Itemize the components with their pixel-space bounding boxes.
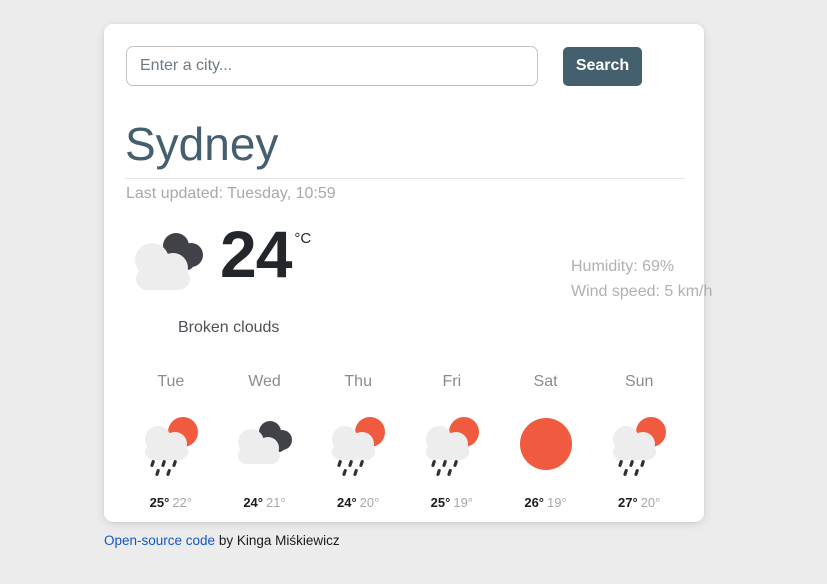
search-button[interactable]: Search — [563, 46, 642, 86]
forecast-temps: 27° 20° — [618, 494, 660, 511]
broken-clouds-icon — [237, 421, 292, 464]
forecast-temps: 24° 21° — [243, 494, 285, 511]
temperature-value: 24 — [220, 217, 292, 291]
forecast-temp-min: 19° — [547, 495, 567, 510]
forecast-temps: 24° 20° — [337, 494, 379, 511]
forecast-temp-min: 22° — [172, 495, 192, 510]
forecast-temps: 26° 19° — [524, 494, 566, 511]
current-primary: 24 °C Broken clouds — [126, 220, 426, 338]
rain-sun-icon — [332, 417, 386, 476]
forecast-temps: 25° 22° — [150, 494, 192, 511]
forecast-temp-max: 24° — [243, 495, 263, 510]
footer-author-text: by Kinga Miśkiewicz — [215, 533, 340, 548]
forecast-temp-min: 20° — [359, 495, 380, 510]
sun-icon — [519, 418, 572, 470]
search-form: Search — [126, 46, 682, 86]
forecast-temp-max: 26° — [524, 495, 545, 510]
app-root: Search Sydney Last updated: Tuesday, 10:… — [0, 0, 827, 584]
temperature-display: 24 °C — [220, 220, 311, 288]
temperature-unit[interactable]: °C — [294, 231, 311, 247]
weather-card: Search Sydney Last updated: Tuesday, 10:… — [104, 24, 712, 522]
forecast-day: Fri 25° 19° — [405, 372, 499, 511]
footer: Open-source code by Kinga Miśkiewicz — [104, 532, 340, 550]
forecast-day-label: Sun — [624, 373, 654, 390]
humidity-value: Humidity: 69% — [571, 258, 675, 275]
forecast-day: Sat 26° 19° — [499, 372, 593, 511]
last-updated-text: Last updated: Tuesday, 10:59 — [126, 185, 336, 202]
rain-sun-icon — [613, 417, 667, 476]
forecast-day-label: Thu — [344, 373, 372, 390]
forecast-temp-min: 20° — [640, 495, 661, 510]
forecast-day: Thu 24° 20° — [311, 372, 405, 511]
title-divider — [125, 178, 685, 179]
forecast-temp-max: 24° — [337, 495, 357, 510]
broken-clouds-icon — [135, 233, 203, 290]
forecast-temp-max: 27° — [618, 495, 638, 510]
forecast-day: Tue 25° 22° — [124, 372, 218, 511]
current-metrics: Humidity: 69% Wind speed: 5 km/h — [571, 254, 751, 304]
forecast-day: Sun 27° 20° — [592, 372, 686, 511]
forecast-day-label: Fri — [442, 373, 462, 390]
forecast-temps: 25° 19° — [431, 494, 473, 511]
forecast-temp-min: 19° — [453, 495, 474, 510]
rain-sun-icon — [425, 417, 479, 476]
forecast-temp-max: 25° — [149, 495, 170, 510]
open-source-code-link[interactable]: Open-source code — [104, 533, 215, 548]
forecast-day-label: Wed — [248, 373, 281, 390]
wind-speed-value: Wind speed: 5 km/h — [571, 283, 713, 300]
weather-description: Broken clouds — [178, 319, 280, 336]
forecast-temp-min: 21° — [266, 495, 286, 510]
forecast-day-label: Tue — [157, 373, 185, 390]
forecast-temp-max: 25° — [430, 495, 451, 510]
current-conditions: 24 °C Broken clouds Humidity: 69% Wind s… — [104, 220, 712, 350]
search-input[interactable] — [126, 46, 538, 86]
forecast-row: Tue 25° 22° Wed 24° 21° Thu 24° 20° Fri … — [124, 372, 686, 511]
forecast-day-label: Sat — [533, 373, 558, 390]
rain-sun-icon — [144, 417, 198, 476]
page-title: Sydney — [125, 118, 279, 170]
current-temp-row: 24 °C — [126, 220, 426, 298]
forecast-day: Wed 24° 21° — [218, 372, 312, 511]
